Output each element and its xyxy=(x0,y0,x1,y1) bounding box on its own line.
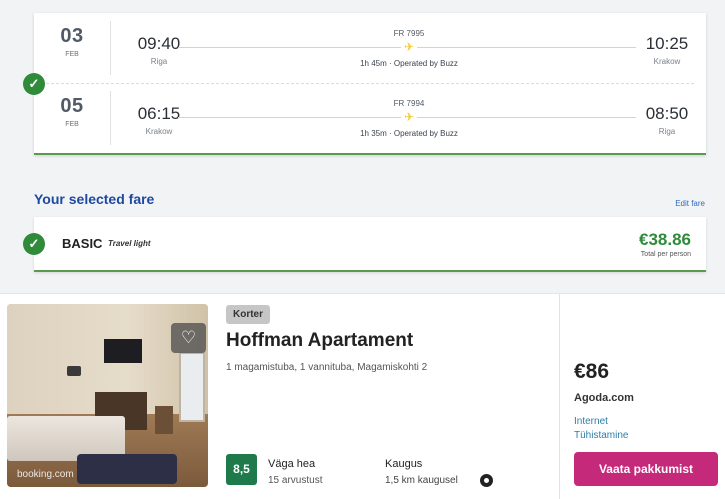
plane-icon: ✈ xyxy=(401,110,417,124)
hotel-photo[interactable]: booking.com ♡ xyxy=(7,304,208,487)
date-day: 03 xyxy=(60,25,84,47)
flight-duration: 1h 45m · Operated by Buzz xyxy=(360,59,458,68)
check-icon: ✓ xyxy=(23,233,45,255)
flight-leg-return[interactable]: 05 FEB 06:15 Krakow FR 7994 ✈ 1h 35m · O… xyxy=(34,83,706,153)
review-count[interactable]: 15 arvustust xyxy=(268,475,322,486)
arrival-time: 08:50 xyxy=(645,104,689,123)
divider xyxy=(110,91,111,145)
feature-internet: Internet xyxy=(574,416,608,427)
price-column: €86 Agoda.com Internet Tühistamine Vaata… xyxy=(559,294,725,499)
hotel-details: 1 magamistuba, 1 vannituba, Magamiskohti… xyxy=(226,362,428,373)
flight-itinerary-card: 03 FEB 09:40 Riga FR 7995 ✈ 1h 45m · Ope… xyxy=(34,13,706,155)
date-block: 03 FEB xyxy=(34,25,110,58)
edit-fare-link[interactable]: Edit fare xyxy=(675,199,705,208)
feature-cancellation: Tühistamine xyxy=(574,430,629,441)
arrival-city: Krakow xyxy=(653,57,681,66)
hotel-price: €86 xyxy=(574,360,610,383)
fare-price-note: Total per person xyxy=(640,251,691,258)
arrival: 10:25 Krakow xyxy=(632,34,702,66)
provider-name: Agoda.com xyxy=(574,392,634,404)
arrival: 08:50 Riga xyxy=(632,104,702,136)
divider xyxy=(110,21,111,75)
departure-city: Krakow xyxy=(145,127,173,136)
distance-value: 1,5 km kaugusel xyxy=(385,475,458,486)
fare-subtitle: Travel light xyxy=(108,239,151,248)
date-block: 05 FEB xyxy=(34,95,110,128)
favorite-heart-icon[interactable]: ♡ xyxy=(171,323,206,353)
date-day: 05 xyxy=(60,95,84,117)
departure: 09:40 Riga xyxy=(124,34,194,66)
flight-duration: 1h 35m · Operated by Buzz xyxy=(360,129,458,138)
flight-number: FR 7994 xyxy=(393,99,425,108)
departure-time: 06:15 xyxy=(137,104,181,123)
arrival-time: 10:25 xyxy=(645,34,689,53)
page: 03 FEB 09:40 Riga FR 7995 ✈ 1h 45m · Ope… xyxy=(0,0,725,499)
hotel-name[interactable]: Hoffman Apartament xyxy=(226,330,413,352)
photo-chair xyxy=(155,406,173,434)
date-month: FEB xyxy=(65,121,79,128)
fare-section-title: Your selected fare xyxy=(34,191,155,207)
location-target-icon[interactable] xyxy=(480,474,493,487)
plane-icon: ✈ xyxy=(401,40,417,54)
photo-rug xyxy=(77,454,177,484)
photo-window xyxy=(179,352,205,422)
departure-city: Riga xyxy=(150,57,168,66)
departure-time: 09:40 xyxy=(137,34,181,53)
date-month: FEB xyxy=(65,51,79,58)
photo-watermark: booking.com xyxy=(17,469,74,480)
rating-label: Väga hea xyxy=(268,458,316,470)
flight-number: FR 7995 xyxy=(393,29,425,38)
distance-label: Kaugus xyxy=(385,458,423,470)
hotel-card: booking.com ♡ Korter Hoffman Apartament … xyxy=(0,293,725,499)
view-deal-button[interactable]: Vaata pakkumist xyxy=(574,452,718,486)
selected-fare-card: BASIC Travel light €38.86 Total per pers… xyxy=(34,217,706,272)
arrival-city: Riga xyxy=(658,127,676,136)
photo-lamp xyxy=(67,366,81,376)
check-icon: ✓ xyxy=(23,73,45,95)
photo-tv xyxy=(104,339,142,363)
departure: 06:15 Krakow xyxy=(124,104,194,136)
flight-leg-outbound[interactable]: 03 FEB 09:40 Riga FR 7995 ✈ 1h 45m · Ope… xyxy=(34,13,706,83)
property-type-tag: Korter xyxy=(226,305,271,324)
rating-score-badge: 8,5 xyxy=(226,454,257,485)
fare-name: BASIC xyxy=(62,236,103,251)
fare-price: €38.86 xyxy=(639,230,691,249)
